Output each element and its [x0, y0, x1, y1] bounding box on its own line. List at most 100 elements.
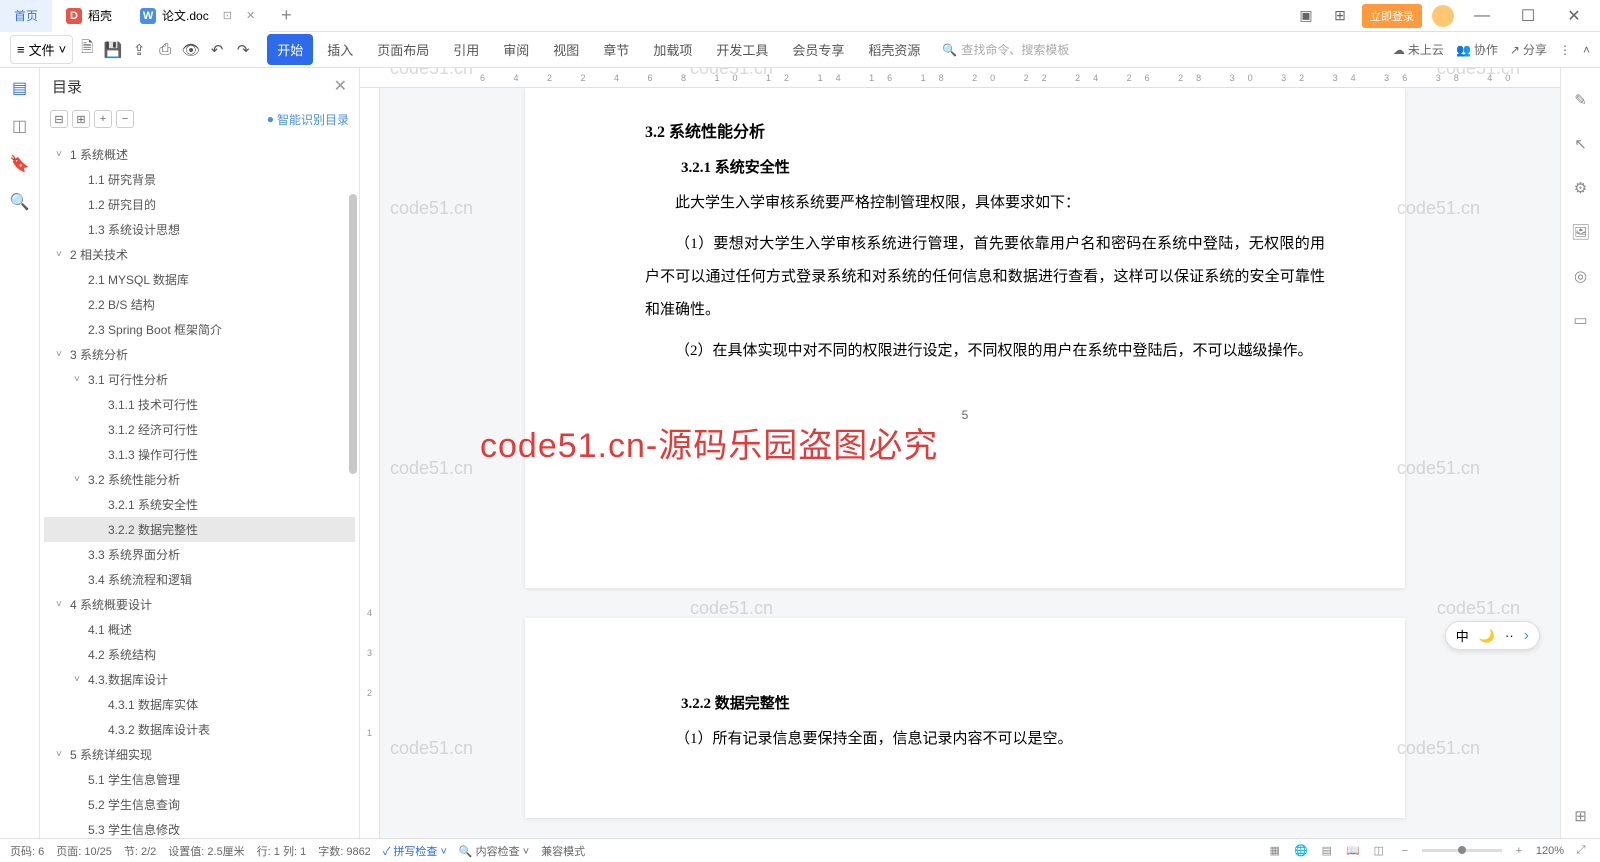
fit-icon[interactable]: ⤢ — [1572, 842, 1590, 860]
pen-icon[interactable]: ✎ — [1571, 90, 1591, 110]
settings-icon[interactable]: ⚙ — [1571, 178, 1591, 198]
outline-item[interactable]: 2.3 Spring Boot 框架简介 — [44, 317, 355, 342]
file-menu[interactable]: ≡ 文件 ˅ — [10, 35, 73, 64]
zoom-out-icon[interactable]: − — [1396, 842, 1414, 860]
sb-section[interactable]: 节: 2/2 — [124, 843, 156, 859]
sb-line[interactable]: 行: 1 列: 1 — [257, 843, 307, 859]
collab-button[interactable]: 👥 协作 — [1456, 41, 1498, 58]
menu-view[interactable]: 视图 — [543, 34, 589, 65]
menu-review[interactable]: 审阅 — [493, 34, 539, 65]
print-icon[interactable]: ⎙ — [153, 38, 177, 62]
book-icon[interactable]: ▭ — [1571, 310, 1591, 330]
menu-layout[interactable]: 页面布局 — [367, 34, 439, 65]
cursor-icon[interactable]: ↖ — [1571, 134, 1591, 154]
outline-item[interactable]: 3.4 系统流程和逻辑 — [44, 567, 355, 592]
tab-pin-icon[interactable]: ⊡ — [223, 9, 232, 22]
outline-expand-all[interactable]: ⊟ — [50, 110, 68, 128]
sb-words[interactable]: 字数: 9862 — [318, 843, 371, 859]
outline-item[interactable]: 1.2 研究目的 — [44, 192, 355, 217]
sb-spell[interactable]: ✓ 拼写检查 ˅ — [383, 843, 447, 859]
outline-item[interactable]: ˅4.3.数据库设计 — [44, 667, 355, 692]
outline-remove[interactable]: − — [116, 110, 134, 128]
outline-item[interactable]: ˅3.1 可行性分析 — [44, 367, 355, 392]
view-page-icon[interactable]: ▦ — [1266, 842, 1284, 860]
vertical-ruler[interactable]: 4321 — [360, 88, 380, 838]
scrollbar-thumb[interactable] — [349, 194, 357, 474]
outline-item[interactable]: 5.3 学生信息修改 — [44, 817, 355, 838]
view-layout-icon[interactable]: ◫ — [1370, 842, 1388, 860]
sb-page[interactable]: 页码: 6 — [10, 843, 44, 859]
search-icon[interactable]: 🔍 — [10, 192, 30, 212]
outline-item[interactable]: ˅1 系统概述 — [44, 142, 355, 167]
minimize-icon[interactable]: — — [1464, 1, 1500, 31]
sb-content[interactable]: 🔍 内容检查 ˅ — [459, 843, 529, 859]
menu-ref[interactable]: 引用 — [443, 34, 489, 65]
ime-lang[interactable]: 中 — [1456, 626, 1469, 645]
menu-start[interactable]: 开始 — [267, 34, 313, 65]
new-icon[interactable]: 🗎 — [75, 38, 99, 62]
ime-toolbar[interactable]: 中 🌙 ·· › — [1445, 621, 1540, 650]
menu-chapter[interactable]: 章节 — [593, 34, 639, 65]
sb-pages[interactable]: 页面: 10/25 — [56, 843, 112, 859]
zoom-value[interactable]: 120% — [1536, 845, 1564, 857]
nav-icon[interactable]: ◫ — [10, 116, 30, 136]
ime-arrow-icon[interactable]: › — [1524, 627, 1529, 645]
login-button[interactable]: 立即登录 — [1362, 4, 1422, 28]
preview-icon[interactable]: 👁 — [179, 38, 203, 62]
outline-list[interactable]: ˅1 系统概述1.1 研究背景1.2 研究目的1.3 系统设计思想˅2 相关技术… — [40, 134, 359, 838]
outline-item[interactable]: 3.1.3 操作可行性 — [44, 442, 355, 467]
menu-member[interactable]: 会员专享 — [782, 34, 854, 65]
outline-item[interactable]: 4.1 概述 — [44, 617, 355, 642]
cloud-status[interactable]: ☁ 未上云 — [1393, 41, 1444, 58]
outline-item[interactable]: 5.2 学生信息查询 — [44, 792, 355, 817]
outline-icon[interactable]: ▤ — [10, 78, 30, 98]
outline-item[interactable]: ˅3 系统分析 — [44, 342, 355, 367]
close-icon[interactable]: ✕ — [1556, 1, 1592, 31]
menu-addin[interactable]: 加载项 — [643, 34, 702, 65]
apps-icon[interactable]: ⊞ — [1328, 4, 1352, 28]
outline-collapse-all[interactable]: ⊞ — [72, 110, 90, 128]
outline-item[interactable]: 1.1 研究背景 — [44, 167, 355, 192]
image-icon[interactable]: 🖼 — [1571, 222, 1591, 242]
target-icon[interactable]: ◎ — [1571, 266, 1591, 286]
horizontal-ruler[interactable]: 6 4 2 2 4 6 8 10 12 14 16 18 20 22 24 26… — [360, 68, 1560, 88]
outline-add[interactable]: + — [94, 110, 112, 128]
sb-pos[interactable]: 设置值: 2.5厘米 — [168, 843, 244, 859]
view-web-icon[interactable]: 🌐 — [1292, 842, 1310, 860]
tab-home[interactable]: 首页 — [0, 0, 52, 32]
tab-document[interactable]: W论文.doc⊡✕ — [126, 0, 269, 32]
view-outline-icon[interactable]: ▤ — [1318, 842, 1336, 860]
outline-item[interactable]: ˅5 系统详细实现 — [44, 742, 355, 767]
bookmark-icon[interactable]: 🔖 — [10, 154, 30, 174]
sb-compat[interactable]: 兼容模式 — [541, 843, 585, 859]
tab-add[interactable]: + — [269, 5, 304, 26]
view-read-icon[interactable]: 📖 — [1344, 842, 1362, 860]
zoom-in-icon[interactable]: + — [1510, 842, 1528, 860]
tab-close-icon[interactable]: ✕ — [246, 9, 255, 22]
outline-item[interactable]: 3.1.1 技术可行性 — [44, 392, 355, 417]
outline-item[interactable]: ˅4 系统概要设计 — [44, 592, 355, 617]
search-input[interactable]: 🔍 查找命令、搜索模板 — [942, 41, 1069, 58]
more-icon[interactable]: ⋮ — [1559, 43, 1571, 57]
redo-icon[interactable]: ↷ — [231, 38, 255, 62]
save-icon[interactable]: 💾 — [101, 38, 125, 62]
zoom-slider[interactable] — [1422, 849, 1502, 852]
more-tools-icon[interactable]: ⊞ — [1571, 806, 1591, 826]
outline-item[interactable]: 4.2 系统结构 — [44, 642, 355, 667]
pages-container[interactable]: 3.2 系统性能分析 3.2.1 系统安全性 此大学生入学审核系统要严格控制管理… — [390, 88, 1540, 838]
smart-toc-button[interactable]: ● 智能识别目录 — [267, 111, 349, 128]
outline-item[interactable]: 3.2.1 系统安全性 — [44, 492, 355, 517]
outline-item[interactable]: 2.2 B/S 结构 — [44, 292, 355, 317]
maximize-icon[interactable]: ☐ — [1510, 1, 1546, 31]
outline-item[interactable]: ˅3.2 系统性能分析 — [44, 467, 355, 492]
outline-item[interactable]: 3.1.2 经济可行性 — [44, 417, 355, 442]
undo-icon[interactable]: ↶ — [205, 38, 229, 62]
menu-insert[interactable]: 插入 — [317, 34, 363, 65]
outline-item[interactable]: 5.1 学生信息管理 — [44, 767, 355, 792]
tab-docker[interactable]: D稻壳 — [52, 0, 126, 32]
outline-close-icon[interactable]: ✕ — [334, 76, 347, 96]
outline-item[interactable]: 4.3.1 数据库实体 — [44, 692, 355, 717]
ime-moon-icon[interactable]: 🌙 — [1479, 628, 1495, 644]
avatar[interactable] — [1432, 5, 1454, 27]
ime-dots[interactable]: ·· — [1505, 628, 1514, 643]
